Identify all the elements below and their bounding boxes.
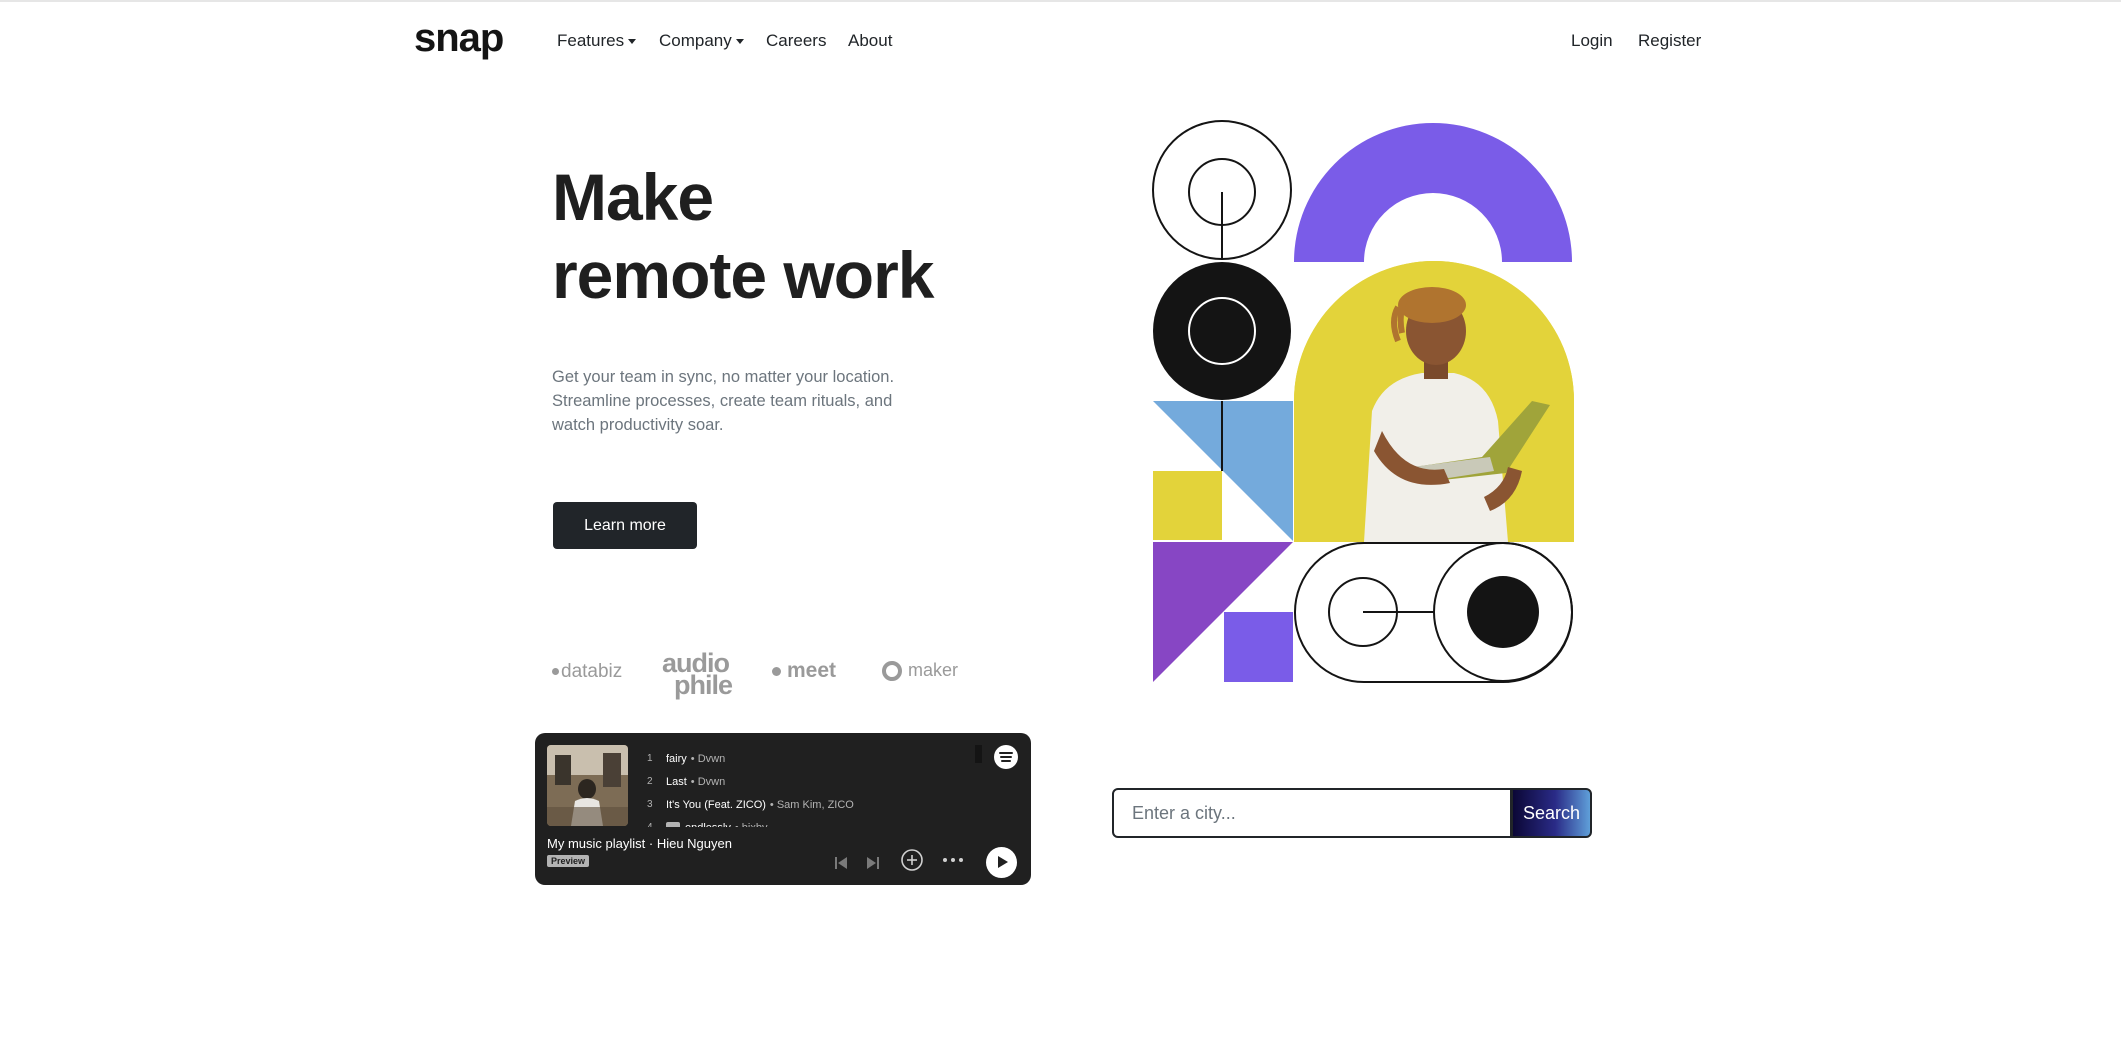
track-artist: Sam Kim, ZICO [770, 799, 854, 811]
meet-wordmark: meet [787, 659, 837, 682]
spotify-wave-2 [1000, 756, 1012, 758]
track-name: It's You (Feat. ZICO) [666, 798, 766, 811]
hero-description: Get your team in sync, no matter your lo… [552, 368, 895, 434]
learn-more-button[interactable]: Learn more [553, 502, 697, 549]
track-artist: Dvwn [691, 753, 726, 765]
caret-down-icon [735, 39, 744, 45]
track-row[interactable]: 1 fairy Dvwn [647, 747, 957, 770]
black-circle-shape [1153, 262, 1291, 400]
maker-wordmark: maker [908, 660, 959, 680]
track-row[interactable]: 4 endlessly bixby [647, 816, 957, 827]
audiophile-wordmark-2: phile [674, 670, 733, 700]
track-number: 4 [647, 822, 666, 827]
track-list: 1 fairy Dvwn 2 Last Dvwn 3 It's You (Fea… [647, 747, 957, 827]
track-artist: Dvwn [691, 776, 726, 788]
spotify-logo-icon[interactable] [994, 745, 1018, 769]
next-icon[interactable] [865, 855, 881, 871]
caret-down-icon [628, 39, 637, 45]
track-number: 3 [647, 799, 653, 810]
spotify-wave-3 [1001, 760, 1011, 762]
nav-company[interactable]: Company [659, 31, 744, 51]
hero-title-line-1: Make [552, 160, 714, 234]
spotify-wave-1 [999, 752, 1013, 754]
playlist-name[interactable]: My music playlist [547, 836, 645, 851]
more-icon[interactable] [942, 857, 964, 863]
play-icon[interactable] [986, 847, 1017, 878]
nav-careers[interactable]: Careers [766, 31, 826, 51]
databiz-dot-icon [552, 668, 559, 676]
meet-logo: meet [772, 659, 836, 683]
maker-ring-icon [882, 661, 902, 682]
databiz-wordmark: databiz [561, 661, 623, 682]
playlist-title[interactable]: My music playlistHieu Nguyen [547, 836, 732, 851]
city-search-input[interactable] [1112, 788, 1512, 838]
pill-dot-shape [1467, 576, 1539, 648]
spotify-playlist-embed[interactable]: 1 fairy Dvwn 2 Last Dvwn 3 It's You (Fea… [535, 733, 1031, 885]
login-link[interactable]: Login [1571, 31, 1613, 51]
register-link[interactable]: Register [1638, 31, 1701, 51]
track-artist: bixby [735, 822, 768, 828]
playlist-owner[interactable]: Hieu Nguyen [645, 836, 732, 851]
top-border [0, 0, 2121, 2]
cover-art [547, 745, 628, 826]
add-icon[interactable] [900, 848, 924, 872]
hero-title-line-2: remote work [552, 238, 934, 312]
meet-dot-icon [772, 666, 781, 676]
playlist-cover-image[interactable] [547, 745, 628, 826]
nav-about[interactable]: About [848, 31, 892, 51]
purple-arch-shape [1294, 123, 1572, 262]
track-name: Last [666, 775, 687, 788]
track-number: 2 [647, 776, 653, 787]
databiz-logo: databiz [552, 661, 622, 683]
scroll-indicator[interactable] [975, 745, 982, 763]
track-row[interactable]: 3 It's You (Feat. ZICO) Sam Kim, ZICO [647, 793, 957, 816]
maker-logo: maker [882, 660, 959, 682]
purple-square-shape [1224, 612, 1293, 682]
hero-title: Make remote work [552, 158, 1012, 314]
nav-company-label: Company [659, 31, 732, 50]
preview-badge: Preview [547, 855, 590, 867]
hero-photo-person-with-laptop [1294, 261, 1574, 542]
track-name: endlessly [685, 822, 731, 828]
nav-features-label: Features [557, 31, 625, 50]
search-button[interactable]: Search [1511, 788, 1592, 838]
brand-logo[interactable]: snap [414, 16, 504, 61]
previous-icon[interactable] [833, 855, 849, 871]
person-illustration [1294, 261, 1574, 542]
explicit-icon [666, 821, 680, 827]
nav-features[interactable]: Features [557, 31, 637, 51]
audiophile-logo: audio phile [662, 650, 752, 700]
yellow-square-shape [1153, 471, 1222, 540]
track-row[interactable]: 2 Last Dvwn [647, 770, 957, 793]
track-number: 1 [647, 753, 653, 764]
track-name: fairy [666, 752, 687, 765]
